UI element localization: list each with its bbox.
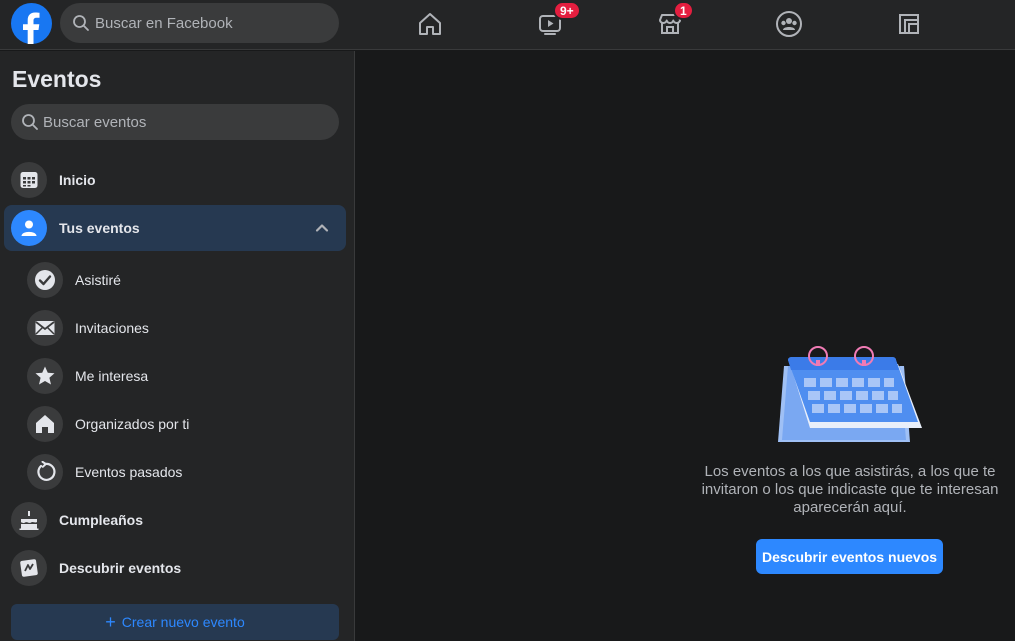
facebook-logo-icon[interactable] xyxy=(11,3,52,44)
calendar-illustration-icon xyxy=(778,346,922,442)
sidebar-item-label: Organizados por ti xyxy=(75,416,190,432)
create-event-label: Crear nuevo evento xyxy=(121,614,245,630)
sidebar-item-label: Eventos pasados xyxy=(75,464,183,480)
sidebar-item-asistire[interactable]: Asistiré xyxy=(4,257,346,303)
groups-icon xyxy=(776,11,802,37)
cake-icon xyxy=(11,502,47,538)
history-icon xyxy=(27,454,63,490)
sidebar-item-label: Invitaciones xyxy=(75,320,149,336)
star-icon xyxy=(27,358,63,394)
nav-home[interactable] xyxy=(413,8,447,40)
sidebar-item-label: Inicio xyxy=(59,172,96,188)
events-search-box[interactable] xyxy=(11,104,339,140)
plus-icon: + xyxy=(105,612,116,632)
nav-groups[interactable] xyxy=(772,8,806,40)
sidebar-item-descubrir[interactable]: Descubrir eventos xyxy=(4,545,346,591)
sidebar-item-label: Me interesa xyxy=(75,368,149,384)
sidebar-item-label: Tus eventos xyxy=(59,220,140,236)
sidebar-item-label: Asistiré xyxy=(75,272,121,288)
sidebar-item-inicio[interactable]: Inicio xyxy=(4,157,346,203)
search-icon xyxy=(22,114,38,130)
search-icon xyxy=(73,15,89,31)
home-icon xyxy=(419,13,441,35)
events-search-input[interactable] xyxy=(43,104,323,140)
sidebar-item-label: Descubrir eventos xyxy=(59,560,182,576)
check-circle-icon xyxy=(27,262,63,298)
top-navigation-bar: 9+ 1 xyxy=(0,0,1015,50)
discover-new-events-button[interactable]: Descubrir eventos nuevos xyxy=(756,539,943,574)
page-title: Eventos xyxy=(12,66,102,92)
sidebar-item-organizados[interactable]: Organizados por ti xyxy=(4,401,346,447)
sidebar-item-invitaciones[interactable]: Invitaciones xyxy=(4,305,346,351)
discover-icon xyxy=(11,550,47,586)
facebook-search-box[interactable] xyxy=(60,3,339,43)
nav-gaming[interactable] xyxy=(892,8,926,40)
sidebar-item-tus-eventos[interactable]: Tus eventos xyxy=(4,205,346,251)
nav-marketplace[interactable]: 1 xyxy=(653,1,694,40)
create-event-button[interactable]: + Crear nuevo evento xyxy=(11,604,339,640)
nav-watch[interactable]: 9+ xyxy=(533,1,581,40)
sidebar-item-label: Cumpleaños xyxy=(59,512,144,528)
watch-badge: 9+ xyxy=(553,1,581,20)
marketplace-badge: 1 xyxy=(673,1,694,20)
sidebar-item-me-interesa[interactable]: Me interesa xyxy=(4,353,346,399)
gaming-icon xyxy=(899,14,919,34)
envelope-icon xyxy=(27,310,63,346)
facebook-search-input[interactable] xyxy=(95,3,325,43)
chevron-up-icon[interactable] xyxy=(314,220,330,236)
sidebar-item-cumpleanos[interactable]: Cumpleaños xyxy=(4,497,346,543)
house-icon xyxy=(27,406,63,442)
person-icon xyxy=(11,210,47,246)
empty-state-message: Los eventos a los que asistirás, a los q… xyxy=(701,463,999,516)
events-sidebar: Eventos Inicio xyxy=(0,51,355,641)
calendar-grid-icon xyxy=(11,162,47,198)
sidebar-item-eventos-pasados[interactable]: Eventos pasados xyxy=(4,449,346,495)
